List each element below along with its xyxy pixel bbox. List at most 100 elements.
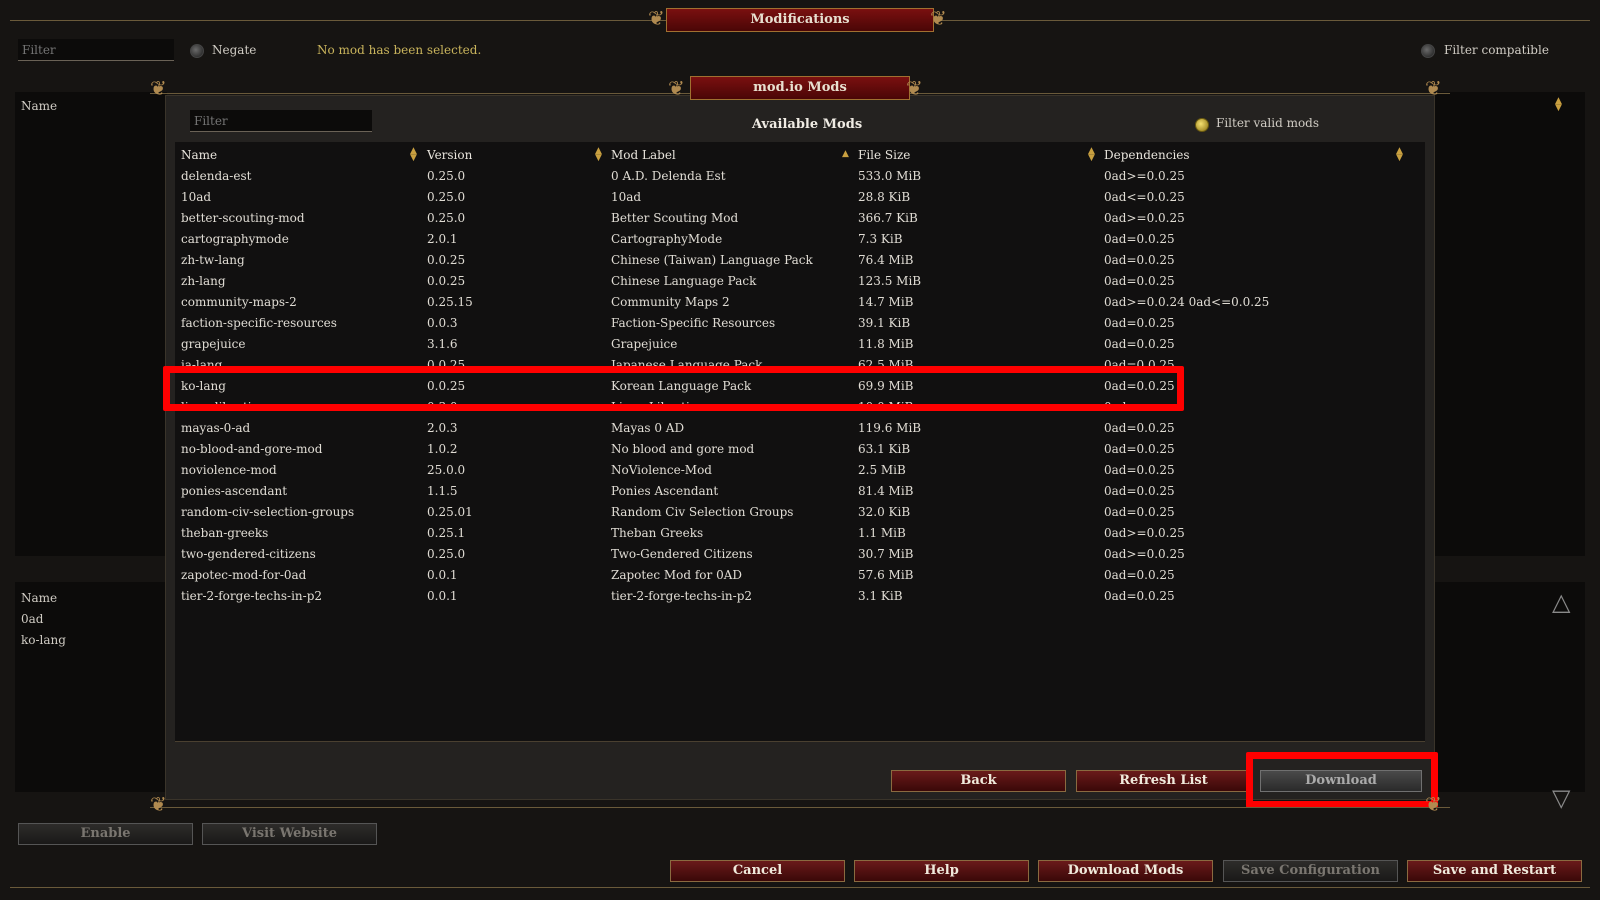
enable-button[interactable]: Enable [18, 823, 193, 845]
download-highlight [1246, 752, 1438, 808]
selected-row-highlight [163, 366, 1184, 411]
table-row[interactable]: two-gendered-citizens 0.25.0 Two-Gendered … [181, 544, 1421, 565]
table-row[interactable]: community-maps-2 0.25.15 Community Maps 2 1… [181, 292, 1421, 313]
cell-mod-label: 10ad [611, 190, 642, 204]
column-header-dependencies[interactable]: Dependencies [1104, 148, 1190, 162]
table-row[interactable]: zapotec-mod-for-0ad 0.0.1 Zapotec Mod for … [181, 565, 1421, 586]
cell-dependencies: 0ad>=0.0.25 [1104, 547, 1185, 561]
sort-arrows-icon[interactable]: ▲ ▼ [1396, 147, 1403, 163]
left-name-header: Name [21, 99, 58, 113]
cell-dependencies: 0ad=0.0.25 [1104, 232, 1175, 246]
sort-arrows-icon[interactable]: ▲ ▼ [595, 147, 602, 163]
cell-mod-label: Zapotec Mod for 0AD [611, 568, 743, 582]
enabled-name-header: Name [21, 591, 58, 605]
cell-version: 1.0.2 [427, 442, 458, 456]
visit-website-button[interactable]: Visit Website [202, 823, 377, 845]
cell-mod-label: Mayas 0 AD [611, 421, 685, 435]
table-row[interactable]: grapejuice 3.1.6 Grapejuice 11.8 MiB 0ad=0.0… [181, 334, 1421, 355]
cancel-button[interactable]: Cancel [670, 860, 845, 882]
cell-name: grapejuice [181, 337, 246, 351]
table-row[interactable]: zh-lang 0.0.25 Chinese Language Pack 123.5 … [181, 271, 1421, 292]
help-button[interactable]: Help [854, 860, 1029, 882]
enabled-item[interactable]: 0ad [21, 612, 43, 626]
column-header-name[interactable]: Name [181, 148, 217, 162]
cell-dependencies: 0ad=0.0.25 [1104, 274, 1175, 288]
cell-mod-label: Faction-Specific Resources [611, 316, 776, 330]
cell-dependencies: 0ad=0.0.25 [1104, 568, 1175, 582]
filter-valid-label: Filter valid mods [1216, 116, 1320, 130]
sort-arrows-icon[interactable]: ▲ ▼ [1555, 97, 1562, 113]
cell-name: cartographymode [181, 232, 289, 246]
scroll-down-icon[interactable]: ▽ [1552, 784, 1570, 812]
cell-file-size: 28.8 KiB [858, 190, 911, 204]
cell-dependencies: 0ad>=0.0.25 [1104, 169, 1185, 183]
table-row[interactable]: random-civ-selection-groups 0.25.01 Random… [181, 502, 1421, 523]
cell-version: 0.25.0 [427, 190, 466, 204]
cell-file-size: 123.5 MiB [858, 274, 922, 288]
table-row[interactable]: better-scouting-mod 0.25.0 Better Scouting… [181, 208, 1421, 229]
cell-dependencies: 0ad=0.0.25 [1104, 589, 1175, 603]
cell-mod-label: NoViolence-Mod [611, 463, 712, 477]
dialog-bottom-line [150, 807, 1450, 808]
negate-label: Negate [212, 43, 257, 57]
mod-filter-input[interactable] [18, 39, 174, 61]
table-row[interactable]: mayas-0-ad 2.0.3 Mayas 0 AD 119.6 MiB 0ad=0.… [181, 418, 1421, 439]
available-mods-list-panel [15, 92, 167, 556]
cell-dependencies: 0ad=0.0.25 [1104, 442, 1175, 456]
cell-mod-label: No blood and gore mod [611, 442, 755, 456]
cell-name: community-maps-2 [181, 295, 297, 309]
ornament-icon: ❦ [906, 76, 923, 100]
cell-file-size: 11.8 MiB [858, 337, 914, 351]
cell-dependencies: 0ad>=0.0.25 [1104, 211, 1185, 225]
table-row[interactable]: noviolence-mod 25.0.0 NoViolence-Mod 2.5 Mi… [181, 460, 1421, 481]
table-row[interactable]: cartographymode 2.0.1 CartographyMode 7.3 K… [181, 229, 1421, 250]
save-configuration-button[interactable]: Save Configuration [1223, 860, 1398, 882]
sort-arrows-icon[interactable]: ▲ ▼ [1088, 147, 1095, 163]
cell-name: no-blood-and-gore-mod [181, 442, 323, 456]
refresh-list-button[interactable]: Refresh List [1076, 770, 1251, 792]
table-row[interactable]: no-blood-and-gore-mod 1.0.2 No blood and g… [181, 439, 1421, 460]
table-row[interactable]: ponies-ascendant 1.1.5 Ponies Ascendant 81.… [181, 481, 1421, 502]
cell-file-size: 81.4 MiB [858, 484, 914, 498]
cell-dependencies: 0ad>=0.0.24 0ad<=0.0.25 [1104, 295, 1270, 309]
back-button[interactable]: Back [891, 770, 1066, 792]
scroll-up-icon[interactable]: △ [1552, 588, 1570, 616]
cell-version: 3.1.6 [427, 337, 458, 351]
cell-dependencies: 0ad=0.0.25 [1104, 316, 1175, 330]
table-row[interactable]: theban-greeks 0.25.1 Theban Greeks 1.1 MiB 0… [181, 523, 1421, 544]
cell-name: ponies-ascendant [181, 484, 288, 498]
cell-file-size: 63.1 KiB [858, 442, 911, 456]
cell-name: theban-greeks [181, 526, 269, 540]
cell-dependencies: 0ad=0.0.25 [1104, 505, 1175, 519]
filter-compatible-radio[interactable] [1421, 44, 1435, 58]
cell-mod-label: Two-Gendered Citizens [611, 547, 753, 561]
table-row[interactable]: tier-2-forge-techs-in-p2 0.0.1 tier-2-forg… [181, 586, 1421, 607]
cell-file-size: 366.7 KiB [858, 211, 918, 225]
cell-dependencies: 0ad=0.0.25 [1104, 484, 1175, 498]
table-row[interactable]: zh-tw-lang 0.0.25 Chinese (Taiwan) Languag… [181, 250, 1421, 271]
available-mods-heading: Available Mods [752, 117, 863, 132]
filter-valid-radio[interactable] [1195, 118, 1209, 132]
cell-version: 0.0.1 [427, 589, 458, 603]
cell-name: random-civ-selection-groups [181, 505, 355, 519]
cell-version: 0.0.3 [427, 316, 458, 330]
sort-arrows-icon[interactable]: ▲ ▼ [410, 147, 417, 163]
column-header-version[interactable]: Version [427, 148, 472, 162]
save-and-restart-button[interactable]: Save and Restart [1407, 860, 1582, 882]
enabled-item[interactable]: ko-lang [21, 633, 66, 647]
cell-name: noviolence-mod [181, 463, 277, 477]
download-mods-button[interactable]: Download Mods [1038, 860, 1213, 882]
dialog-filter-input[interactable] [190, 110, 372, 132]
sort-asc-icon[interactable]: ▲ [842, 150, 849, 159]
cell-version: 2.0.3 [427, 421, 458, 435]
cell-version: 1.1.5 [427, 484, 458, 498]
cell-version: 0.25.0 [427, 169, 466, 183]
negate-radio[interactable] [190, 44, 204, 58]
table-row[interactable]: 10ad 0.25.0 10ad 28.8 KiB 0ad<=0.0.25 [181, 187, 1421, 208]
table-row[interactable]: faction-specific-resources 0.0.3 Faction-S… [181, 313, 1421, 334]
cell-file-size: 76.4 MiB [858, 253, 914, 267]
cell-version: 0.25.0 [427, 211, 466, 225]
table-row[interactable]: delenda-est 0.25.0 0 A.D. Delenda Est 533.0… [181, 166, 1421, 187]
column-header-mod-label[interactable]: Mod Label [611, 148, 676, 162]
column-header-file-size[interactable]: File Size [858, 148, 910, 162]
